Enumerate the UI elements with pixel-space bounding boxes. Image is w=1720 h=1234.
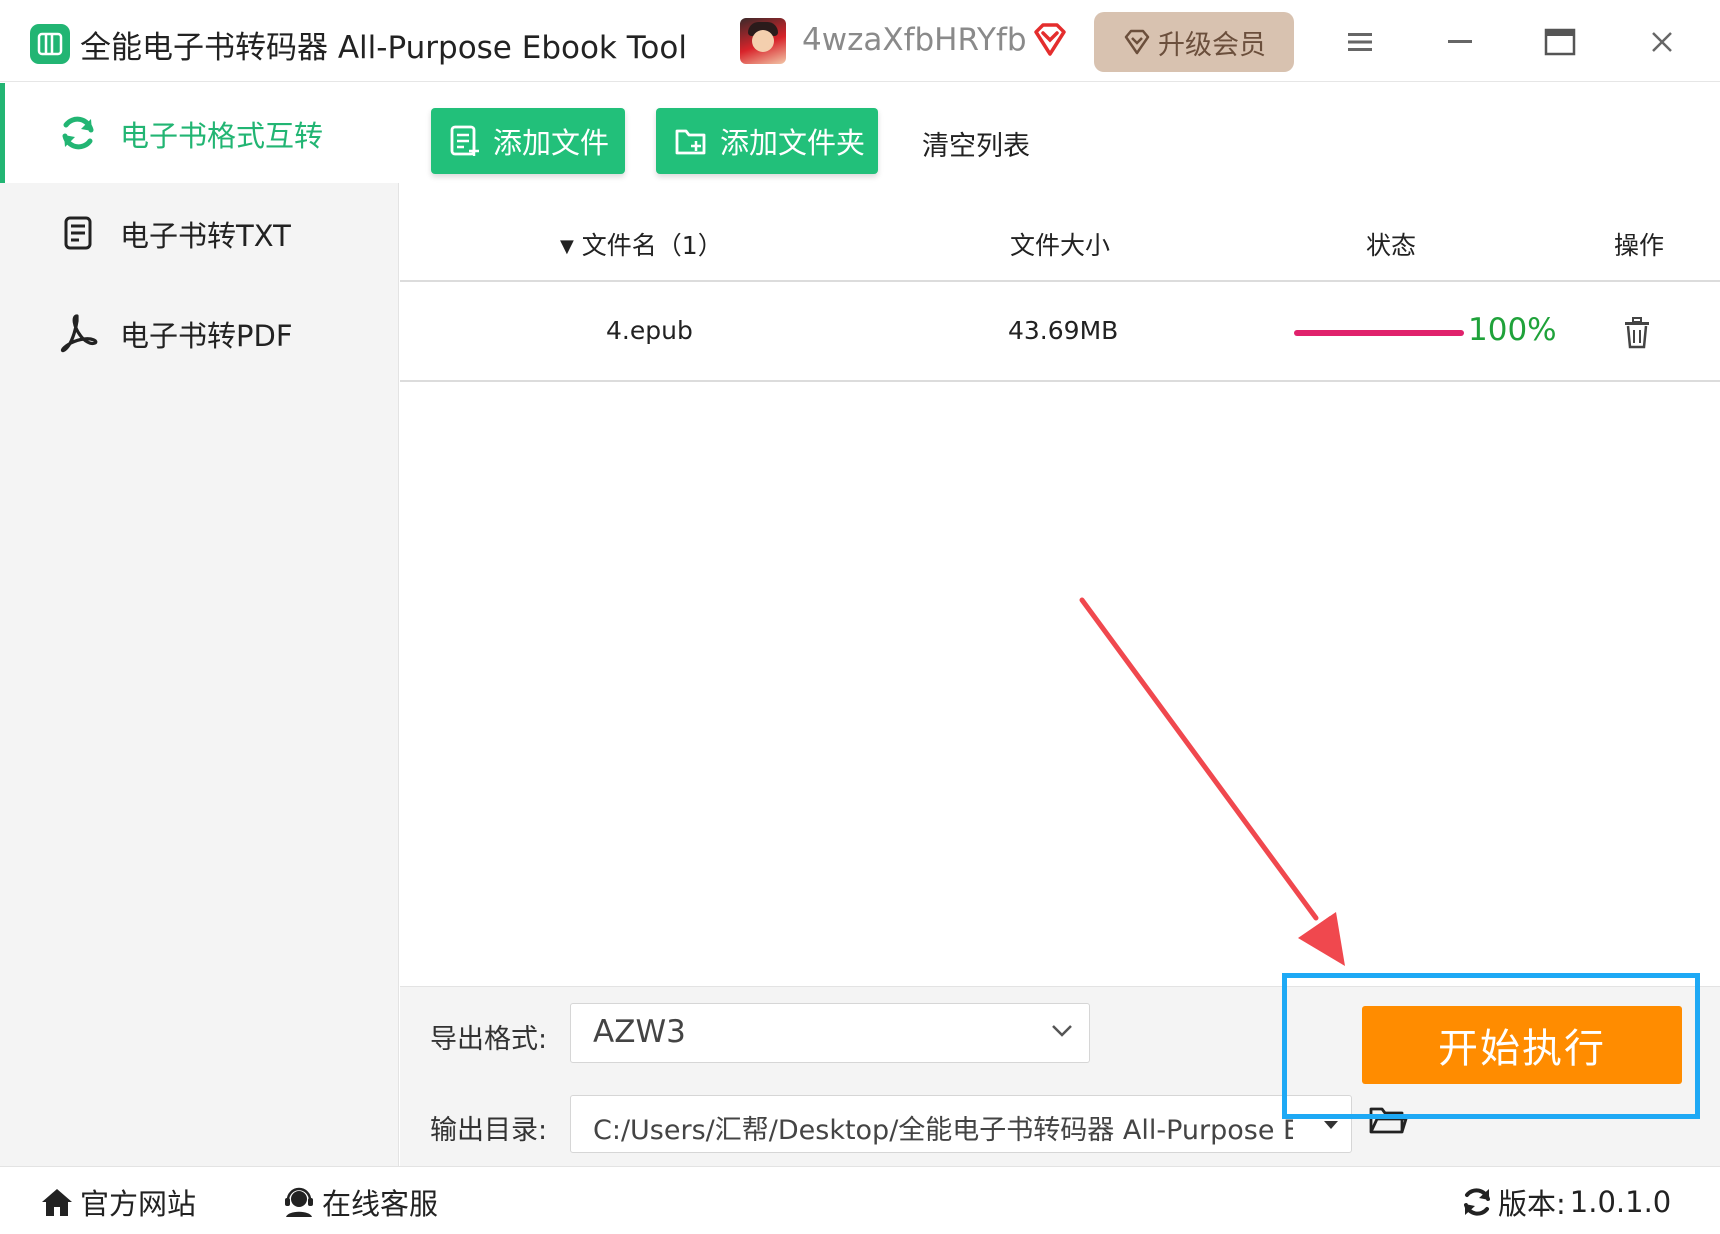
column-size: 文件大小 <box>1010 231 1111 260</box>
refresh-icon <box>1464 1188 1490 1216</box>
output-dir-value: C:/Users/汇帮/Desktop/全能电子书转码器 All-Purpose… <box>593 1115 1293 1146</box>
clear-list-button[interactable]: 清空列表 <box>922 124 1030 163</box>
browse-folder-button[interactable] <box>1368 1104 1408 1140</box>
username[interactable]: 4wzaXfbHRYfb <box>802 22 1027 58</box>
sidebar-item-to-txt[interactable]: 电子书转TXT <box>0 183 399 283</box>
close-icon <box>1652 32 1672 52</box>
file-size-cell: 43.69MB <box>1008 316 1119 345</box>
add-folder-button[interactable]: 添加文件夹 <box>656 108 878 174</box>
document-icon <box>64 216 92 250</box>
online-support-link[interactable]: 在线客服 <box>282 1181 438 1223</box>
format-value: AZW3 <box>593 1014 686 1050</box>
upgrade-button[interactable]: 升级会员 <box>1094 12 1294 72</box>
sidebar-item-label: 电子书格式互转 <box>120 119 324 153</box>
column-filename-label: 文件名（1） <box>581 231 723 260</box>
start-button[interactable]: 开始执行 <box>1362 1006 1682 1084</box>
caret-down-icon <box>1324 1121 1338 1129</box>
status-bar: 官方网站 在线客服 版本: 1.0.1.0 <box>0 1166 1720 1234</box>
output-dir-label: 输出目录: <box>430 1115 548 1146</box>
progress-fill <box>1294 330 1464 336</box>
delete-button[interactable] <box>1622 316 1652 350</box>
format-select[interactable]: AZW3 <box>570 1003 1090 1063</box>
column-status: 状态 <box>1366 231 1417 260</box>
sidebar: 电子书格式互转 电子书转TXT 电子书转PDF <box>0 83 399 1166</box>
add-file-button[interactable]: 添加文件 <box>431 108 625 174</box>
trash-icon <box>1625 317 1649 349</box>
crown-icon <box>1124 29 1150 55</box>
vip-diamond-icon <box>1030 20 1070 64</box>
file-table-header: ▼ 文件名（1） 文件大小 状态 操作 <box>400 200 1720 282</box>
add-folder-icon <box>675 129 706 155</box>
sync-icon <box>62 116 94 150</box>
close-button[interactable] <box>1640 20 1684 64</box>
format-label: 导出格式: <box>430 1024 548 1055</box>
upgrade-label: 升级会员 <box>1158 29 1266 61</box>
app-title: 全能电子书转码器 All-Purpose Ebook Tool <box>80 30 687 66</box>
sort-down-icon: ▼ <box>560 236 574 257</box>
output-dir-select[interactable]: C:/Users/汇帮/Desktop/全能电子书转码器 All-Purpose… <box>570 1095 1352 1153</box>
minimize-icon <box>1448 40 1472 43</box>
maximize-icon <box>1544 28 1576 56</box>
title-bar: 全能电子书转码器 All-Purpose Ebook Tool 4wzaXfbH… <box>0 0 1720 82</box>
sidebar-item-label: 电子书转PDF <box>120 319 293 353</box>
hamburger-icon <box>1348 33 1372 51</box>
maximize-button[interactable] <box>1538 20 1582 64</box>
add-file-icon <box>450 125 479 156</box>
add-folder-label: 添加文件夹 <box>720 126 866 160</box>
menu-button[interactable] <box>1338 20 1382 64</box>
progress-percent: 100% <box>1468 312 1557 348</box>
avatar[interactable] <box>740 18 786 64</box>
pdf-icon <box>60 314 98 353</box>
file-name-cell: 4.epub <box>606 316 693 345</box>
support-label: 在线客服 <box>322 1187 439 1221</box>
column-filename[interactable]: ▼ 文件名（1） <box>560 226 723 262</box>
home-icon <box>42 1189 72 1216</box>
website-label: 官方网站 <box>80 1187 197 1221</box>
version-label: 版本: <box>1498 1187 1566 1221</box>
table-row[interactable]: 4.epub 43.69MB 100% <box>400 284 1720 382</box>
headset-icon <box>285 1187 313 1217</box>
version-info: 版本: 1.0.1.0 <box>1460 1181 1671 1223</box>
progress-bar <box>1294 330 1464 336</box>
sidebar-item-format-convert[interactable]: 电子书格式互转 <box>0 83 399 183</box>
sidebar-item-to-pdf[interactable]: 电子书转PDF <box>0 283 399 383</box>
version-value: 1.0.1.0 <box>1569 1185 1672 1219</box>
folder-open-icon <box>1369 1107 1408 1134</box>
chevron-down-icon <box>1052 1025 1072 1037</box>
app-logo <box>30 24 70 64</box>
add-file-label: 添加文件 <box>493 126 610 160</box>
minimize-button[interactable] <box>1438 20 1482 64</box>
official-website-link[interactable]: 官方网站 <box>40 1181 196 1223</box>
column-action: 操作 <box>1614 231 1665 260</box>
sidebar-item-label: 电子书转TXT <box>120 219 291 253</box>
